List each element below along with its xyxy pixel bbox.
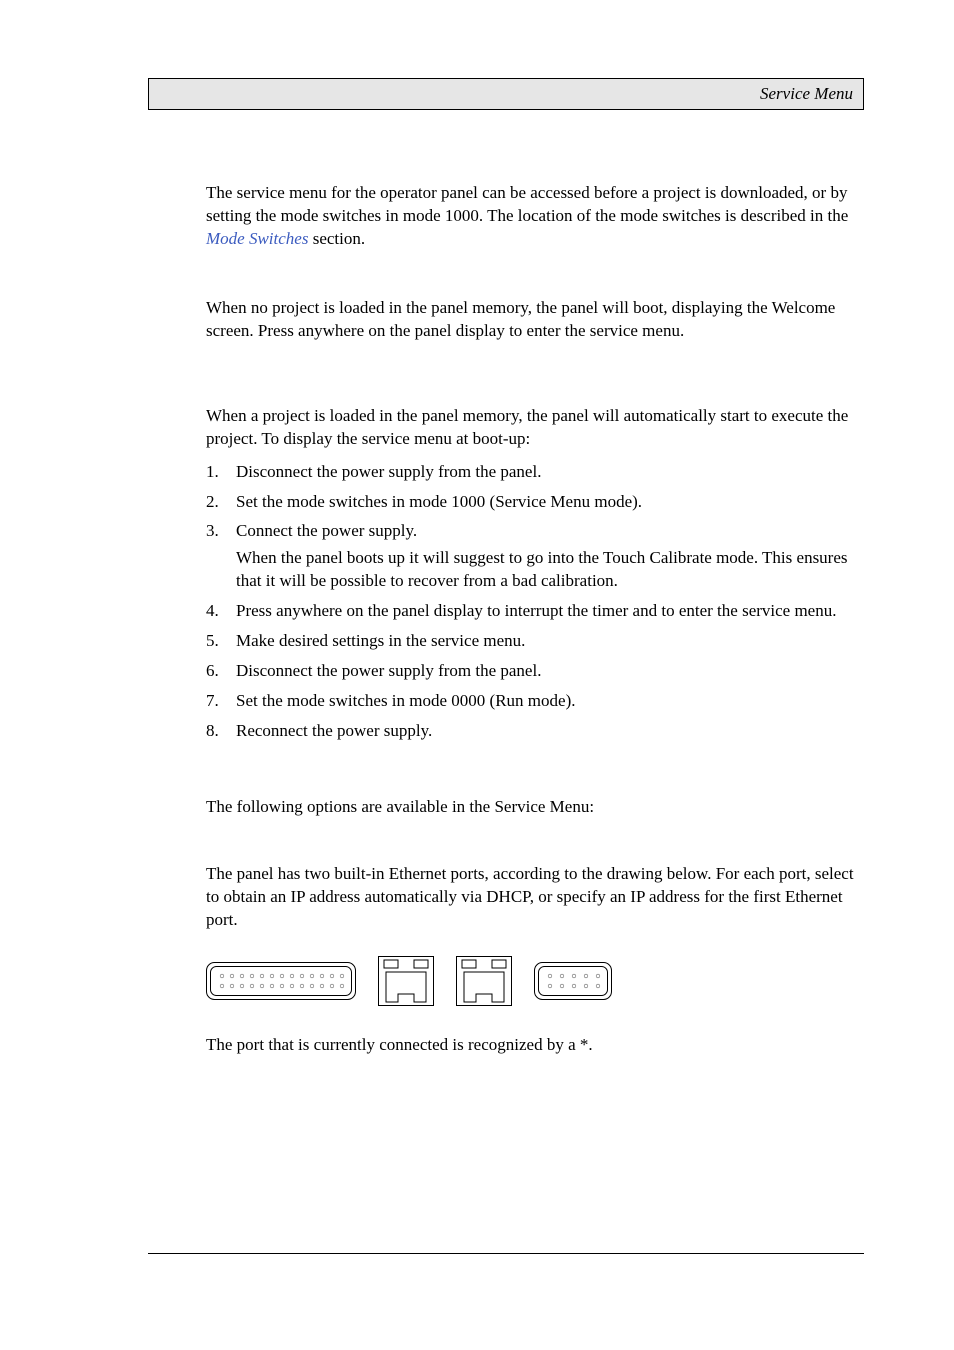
step-text: Press anywhere on the panel display to i… [236, 601, 836, 620]
steps-list: 1. Disconnect the power supply from the p… [206, 461, 864, 743]
step-number: 4. [206, 600, 219, 623]
step-number: 1. [206, 461, 219, 484]
step-text: Disconnect the power supply from the pan… [236, 462, 541, 481]
with-project-paragraph: When a project is loaded in the panel me… [206, 405, 864, 451]
no-project-paragraph: When no project is loaded in the panel m… [206, 297, 864, 343]
list-item: 3. Connect the power supply. When the pan… [206, 520, 864, 593]
header-title: Service Menu [760, 84, 853, 104]
section-ethernet: The panel has two built-in Ethernet port… [206, 863, 864, 932]
list-item: 4. Press anywhere on the panel display to… [206, 600, 864, 623]
ethernet-paragraph: The panel has two built-in Ethernet port… [206, 863, 864, 932]
step-number: 5. [206, 630, 219, 653]
list-item: 6. Disconnect the power supply from the p… [206, 660, 864, 683]
options-intro: The following options are available in t… [206, 796, 864, 819]
list-item: 2. Set the mode switches in mode 1000 (Se… [206, 491, 864, 514]
ethernet-footer-paragraph: The port that is currently connected is … [206, 1034, 864, 1057]
intro-paragraph: The service menu for the operator panel … [206, 182, 864, 251]
list-item: 5. Make desired settings in the service m… [206, 630, 864, 653]
ethernet-port-a-icon [378, 956, 434, 1006]
step-number: 3. [206, 520, 219, 543]
section-with-project: When a project is loaded in the panel me… [206, 405, 864, 451]
intro-text-after: section. [308, 229, 365, 248]
step-subtext: When the panel boots up it will suggest … [236, 547, 864, 593]
step-text: Reconnect the power supply. [236, 721, 432, 740]
step-text: Make desired settings in the service men… [236, 631, 525, 650]
ethernet-port-b-icon [456, 956, 512, 1006]
header-bar: Service Menu [148, 78, 864, 110]
section-no-project: When no project is loaded in the panel m… [206, 297, 864, 343]
footer-divider [148, 1253, 864, 1254]
wide-connector-icon [206, 962, 356, 1000]
step-number: 7. [206, 690, 219, 713]
step-text: Disconnect the power supply from the pan… [236, 661, 541, 680]
list-item: 8. Reconnect the power supply. [206, 720, 864, 743]
step-text: Connect the power supply. [236, 521, 417, 540]
list-item: 7. Set the mode switches in mode 0000 (Ru… [206, 690, 864, 713]
list-item: 1. Disconnect the power supply from the p… [206, 461, 864, 484]
section-options: The following options are available in t… [206, 796, 864, 819]
intro-text-before: The service menu for the operator panel … [206, 183, 848, 225]
step-number: 2. [206, 491, 219, 514]
step-text: Set the mode switches in mode 0000 (Run … [236, 691, 575, 710]
step-text: Set the mode switches in mode 1000 (Serv… [236, 492, 642, 511]
document-page: Service Menu The service menu for the op… [0, 0, 954, 1350]
step-number: 6. [206, 660, 219, 683]
ports-diagram [206, 956, 864, 1006]
mode-switches-link[interactable]: Mode Switches [206, 229, 308, 248]
small-connector-icon [534, 962, 612, 1000]
step-number: 8. [206, 720, 219, 743]
